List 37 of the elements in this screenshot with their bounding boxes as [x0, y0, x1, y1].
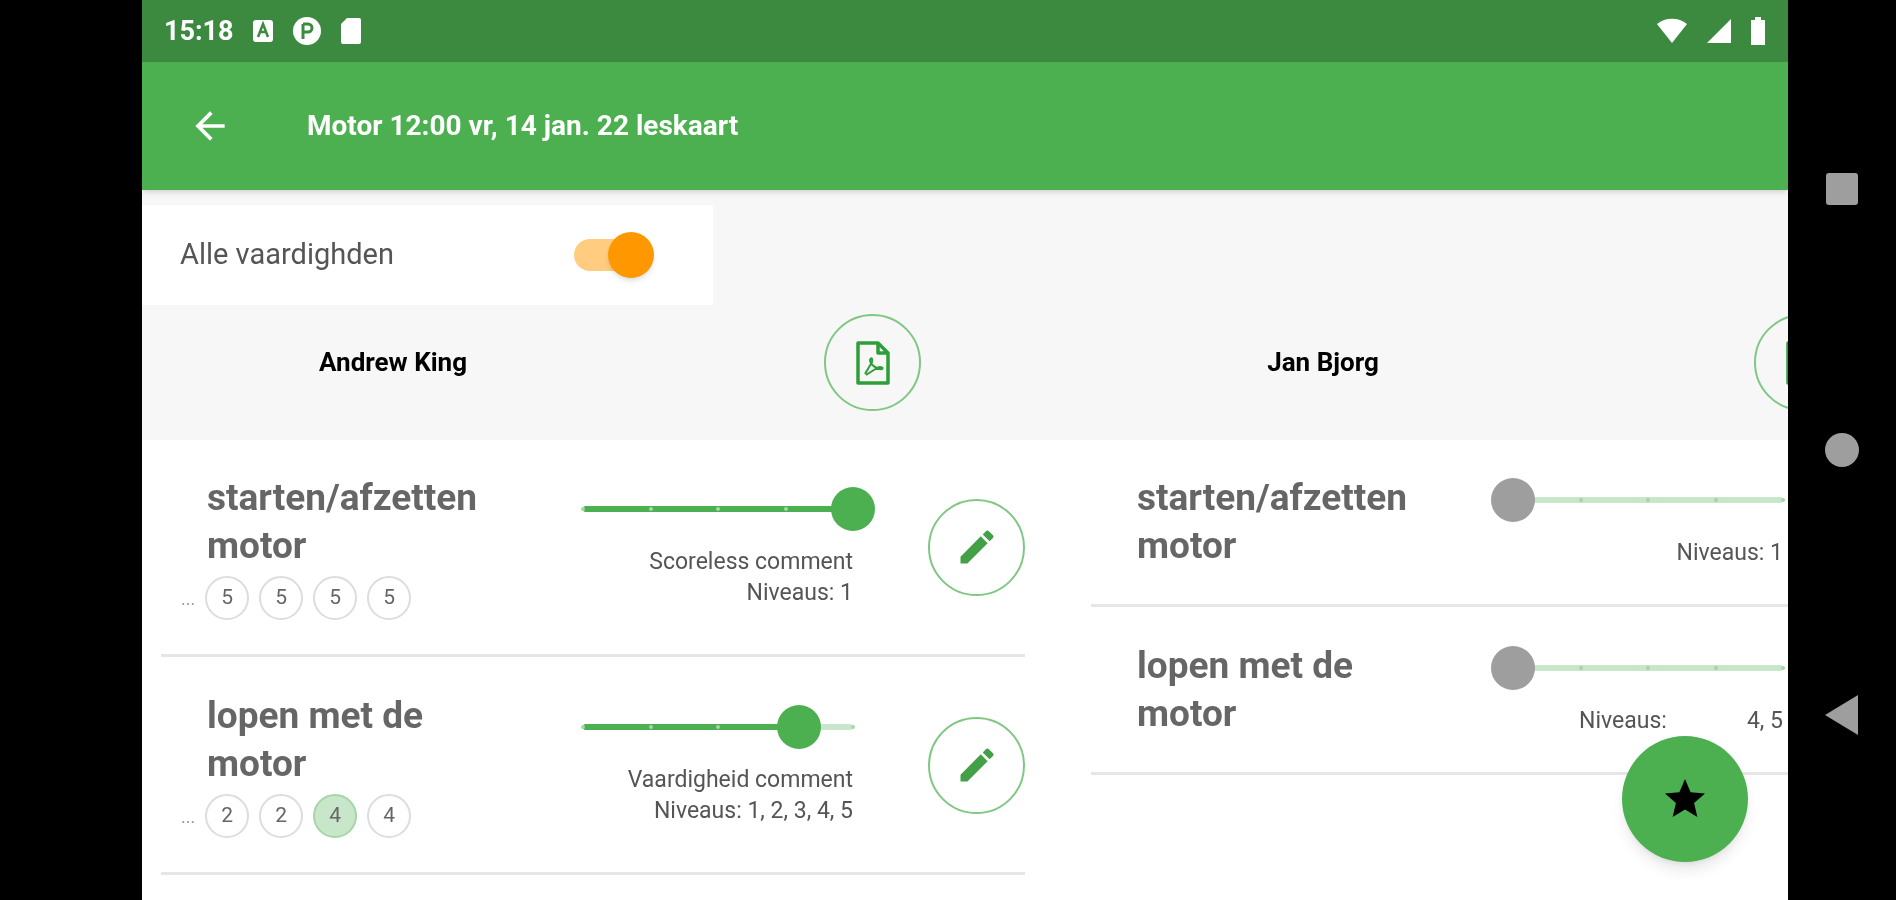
levels-text: Niveaus: [1579, 705, 1667, 736]
score-chip: 2 [259, 794, 304, 838]
pdf-button[interactable] [824, 314, 921, 411]
score-chip: 5 [205, 576, 250, 620]
student-name: Jan Bjorg [1266, 346, 1380, 379]
sd-card-icon [339, 17, 362, 45]
score-chip: 5 [313, 576, 358, 620]
levels-text: Niveaus: 1 [1676, 537, 1783, 568]
wifi-icon [1656, 18, 1688, 44]
levels-text: Niveaus: 1, 2, 3, 4, 5 [653, 796, 853, 826]
back-button[interactable] [1825, 695, 1859, 735]
skill-title: starten/afzetten motor [1137, 475, 1409, 569]
screen-title: Motor 12:00 vr, 14 jan. 22 leskaart [307, 108, 739, 144]
score-chip: 2 [205, 794, 250, 838]
notification-icon [251, 19, 274, 43]
skill-title: lopen met de motor [1137, 643, 1354, 737]
signal-icon [1706, 18, 1732, 44]
student-name: Andrew King [318, 346, 468, 379]
levels-text: 4, 5 [1746, 705, 1783, 736]
more-indicator: ... [181, 586, 196, 611]
battery-icon [1750, 17, 1766, 45]
skill-title: starten/afzetten motor [207, 475, 479, 569]
home-button[interactable] [1825, 433, 1859, 467]
pdf-file-icon [854, 339, 891, 386]
score-chip: 5 [367, 576, 412, 620]
levels-text: Niveaus: 1 [746, 578, 853, 608]
score-chip: 4 [367, 794, 412, 838]
score-chip: 4 [313, 794, 358, 838]
score-chip: 5 [259, 576, 304, 620]
more-indicator: ... [181, 804, 196, 829]
filter-label: Alle vaardighden [180, 236, 394, 274]
skill-comment: Scoreless comment [649, 547, 853, 577]
skill-title: lopen met de motor [207, 693, 424, 787]
skill-comment: Vaardigheid comment [627, 765, 853, 795]
toggle-switch[interactable] [573, 232, 654, 278]
notification-icon [291, 16, 322, 46]
clock: 15:18 [164, 13, 234, 49]
